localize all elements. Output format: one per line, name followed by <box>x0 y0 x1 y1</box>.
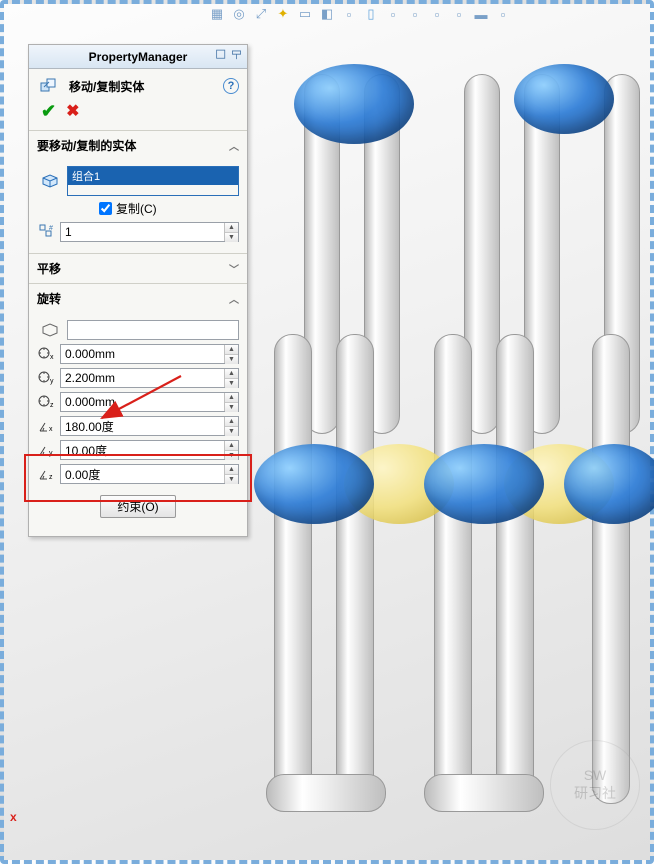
help-icon[interactable]: ? <box>223 78 239 94</box>
origin-x-icon: x <box>10 810 17 824</box>
angle-x-icon: x <box>37 415 56 437</box>
feature-icon <box>37 75 63 97</box>
copy-checkbox[interactable] <box>99 202 112 215</box>
svg-text:#: # <box>49 225 53 232</box>
axis-select-icon <box>37 319 63 341</box>
view-toolbar: ▦ ◎ ⤢ ✦ ▭ ◧ ▫ ▯ ▫ ▫ ▫ ▫ ▬ ▫ <box>209 6 511 22</box>
copy-count-field[interactable]: ▲▼ <box>60 222 239 242</box>
angle-x-field[interactable]: ▲▼ <box>60 416 239 436</box>
count-icon: # <box>37 221 56 243</box>
tool-icon[interactable]: ▦ <box>209 6 225 22</box>
center-x-icon: x <box>37 343 56 365</box>
tool-icon[interactable]: ▫ <box>385 6 401 22</box>
tool-icon[interactable]: ⤢ <box>253 6 269 22</box>
pin-group[interactable] <box>215 48 243 64</box>
copy-label: 复制(C) <box>116 200 157 217</box>
angle-y-field[interactable]: ▲▼ <box>60 440 239 460</box>
tool-icon[interactable]: ▫ <box>451 6 467 22</box>
angle-z-icon: z <box>37 463 56 485</box>
chevron-up-icon: ︿ <box>229 138 239 153</box>
angle-y-icon: y <box>37 439 56 461</box>
angle-z-input[interactable] <box>61 465 224 483</box>
property-manager-panel: PropertyManager 移动/复制实体 ? ✔ ✖ 要移动/复制的实体 … <box>28 44 248 537</box>
svg-text:z: z <box>50 402 54 409</box>
body-icon <box>37 170 63 192</box>
center-x-field[interactable]: ▲▼ <box>60 344 239 364</box>
angle-x-input[interactable] <box>61 417 224 435</box>
center-y-icon: y <box>37 367 56 389</box>
tool-icon[interactable]: ▫ <box>407 6 423 22</box>
section-title: 旋转 <box>37 290 61 307</box>
svg-text:y: y <box>49 450 53 457</box>
center-x-input[interactable] <box>61 345 224 363</box>
section-translate-header[interactable]: 平移 ﹀ <box>29 254 247 283</box>
svg-text:x: x <box>49 426 53 433</box>
angle-y-input[interactable] <box>61 441 224 459</box>
selection-item[interactable]: 组合1 <box>68 167 238 185</box>
tool-icon[interactable]: ✦ <box>275 6 291 22</box>
center-y-input[interactable] <box>61 369 224 387</box>
constrain-button[interactable]: 约束(O) <box>100 495 175 518</box>
watermark: SW 研习社 <box>550 740 640 830</box>
angle-z-field[interactable]: ▲▼ <box>60 464 239 484</box>
spinner-down[interactable]: ▼ <box>225 233 238 242</box>
svg-text:x: x <box>50 354 54 361</box>
tool-icon[interactable]: ◎ <box>231 6 247 22</box>
tool-icon[interactable]: ▫ <box>341 6 357 22</box>
pm-title-bar: PropertyManager <box>29 45 247 69</box>
tool-icon[interactable]: ▭ <box>297 6 313 22</box>
center-z-field[interactable]: ▲▼ <box>60 392 239 412</box>
feature-title: 移动/复制实体 <box>69 78 144 95</box>
tool-icon[interactable]: ▯ <box>363 6 379 22</box>
section-bodies-header[interactable]: 要移动/复制的实体 ︿ <box>29 131 247 160</box>
tool-icon[interactable]: ▫ <box>495 6 511 22</box>
selection-box[interactable]: 组合1 <box>67 166 239 196</box>
center-y-field[interactable]: ▲▼ <box>60 368 239 388</box>
tool-icon[interactable]: ▫ <box>429 6 445 22</box>
section-title: 要移动/复制的实体 <box>37 137 136 154</box>
tool-icon[interactable]: ◧ <box>319 6 335 22</box>
cancel-button[interactable]: ✖ <box>66 101 79 122</box>
copy-count-input[interactable] <box>61 223 224 241</box>
chevron-down-icon: ﹀ <box>229 261 239 276</box>
section-title: 平移 <box>37 260 61 277</box>
svg-text:y: y <box>50 378 54 385</box>
center-z-input[interactable] <box>61 393 224 411</box>
tool-icon[interactable]: ▬ <box>473 6 489 22</box>
spinner-up[interactable]: ▲ <box>225 223 238 233</box>
center-z-icon: z <box>37 391 56 413</box>
section-rotate-header[interactable]: 旋转 ︿ <box>29 284 247 313</box>
chevron-up-icon: ︿ <box>229 291 239 306</box>
rotate-axis-field[interactable] <box>67 320 239 340</box>
svg-text:z: z <box>49 474 53 481</box>
pm-title: PropertyManager <box>89 50 188 64</box>
ok-button[interactable]: ✔ <box>41 101 56 122</box>
